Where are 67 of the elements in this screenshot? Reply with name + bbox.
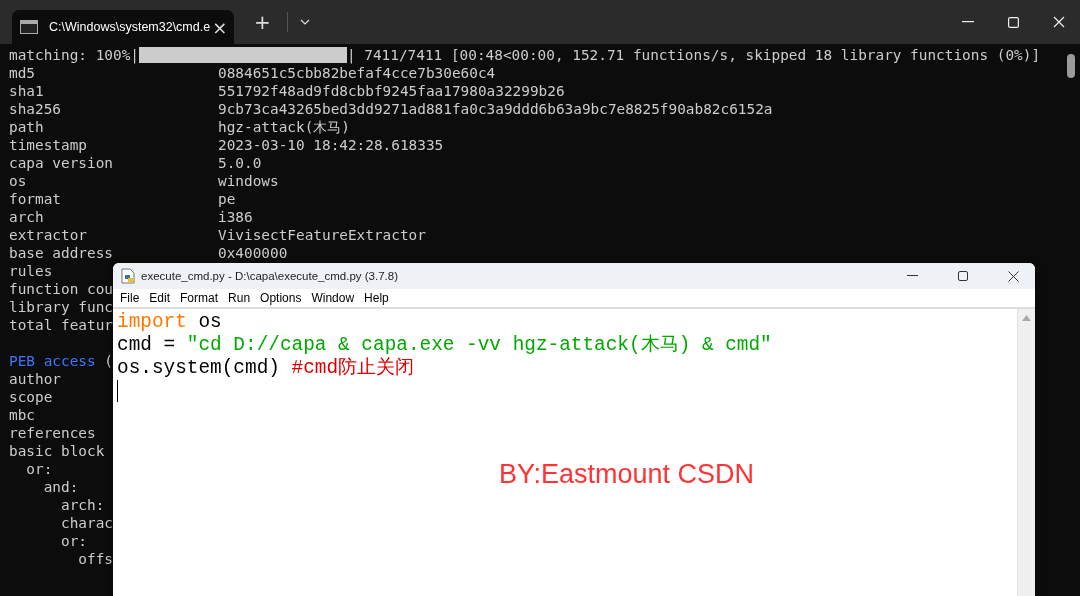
output-value: 5.0.0 [218,154,262,172]
minimize-icon[interactable] [962,21,974,23]
output-value: VivisectFeatureExtractor [218,226,426,244]
progress-status: | 7411/7411 [00:48<00:00, 152.71 functions/s, skipped 18 library functions (0%)] [346,46,1041,64]
output-key: function cou [9,280,113,298]
output-value: i386 [218,208,253,226]
output-key: sha1 [9,82,218,100]
menu-item[interactable]: Help [360,291,393,305]
output-key: library func [9,298,113,316]
window-title: execute_cmd.py - D:\capa\execute_cmd.py (3.7.8) [141,270,398,282]
output-key: sha256 [9,100,218,118]
close-icon[interactable] [1008,270,1019,282]
output-value: 551792f48ad9fd8cbbf9245faa17980a32299b26 [218,82,565,100]
output-value: hgz-attack(木马) [218,118,350,136]
code-editor[interactable]: import os cmd = "cd D://capa & capa.exe -vv hgz-attack(木马) & cmd" os.system(cmd) #cmd防止关闭 BY:Eastmount CSDN [113,309,1017,596]
output-text: ( [103,352,113,370]
output-key: md5 [9,64,218,82]
output-key: total featur [9,316,113,334]
output-key: and: [43,478,79,496]
output-value: 0884651c5cbb82befaf4cce7b30e60c4 [218,64,496,82]
python-file-icon [121,268,135,284]
code-line: os.system(cmd) #cmd防止关闭 [117,357,416,380]
output-key: basic block [9,442,105,460]
output-value: pe [218,190,236,208]
terminal-icon [20,20,38,34]
menu-item[interactable]: Options [256,291,306,305]
chevron-down-icon[interactable] [299,19,310,25]
output-value: 9cb73ca43265bed3dd9271ad881fa0c3a9ddd6b63a9bc7e8825f90ab82c6152a [218,100,773,118]
tab-title: C:\Windows\system32\cmd.e [49,20,211,34]
output-key: author [9,370,61,388]
close-tab-button[interactable]: × [210,16,230,38]
output-value: 2023-03-10 18:42:28.618335 [218,136,444,154]
menu-item[interactable]: Window [307,291,359,305]
output-value: 0x400000 [218,244,288,262]
code-line: cmd = "cd D://capa & capa.exe -vv hgz-attack(木马) & cmd" [117,334,773,357]
output-key: scope [9,388,53,406]
scrollbar[interactable] [1017,309,1035,596]
text-cursor [117,380,118,402]
output-key: timestamp [9,136,218,154]
output-key: rules [9,262,53,280]
output-key: or: [26,460,53,478]
output-key: or: [61,532,87,550]
maximize-icon[interactable] [958,271,968,281]
output-key: os [9,172,218,190]
output-key: arch [9,208,218,226]
output-key: arch: [61,496,105,514]
minimize-icon[interactable] [907,275,918,277]
output-key: offs [78,550,113,568]
terminal-tab[interactable]: C:\Windows\system32\cmd.e× [12,10,234,44]
output-key: mbc [9,406,35,424]
menu-item[interactable]: Format [176,291,223,305]
output-key: references [9,424,96,442]
output-key: extractor [9,226,218,244]
output-value: windows [218,172,279,190]
menu-item[interactable]: Run [224,291,255,305]
output-key: path [9,118,218,136]
output-key: base address [9,244,218,262]
progress-label: matching: 100%| [9,46,139,64]
output-key: capa version [9,154,218,172]
menu-item[interactable]: Edit [145,291,175,305]
output-key: format [9,190,218,208]
author-annotation: BY:Eastmount CSDN [499,459,755,490]
menu-item[interactable]: File [116,291,144,305]
output-key: charac [61,514,113,532]
output-key: PEB access [9,352,96,370]
code-line: import os [117,311,223,334]
new-tab-button[interactable]: + [248,10,277,34]
